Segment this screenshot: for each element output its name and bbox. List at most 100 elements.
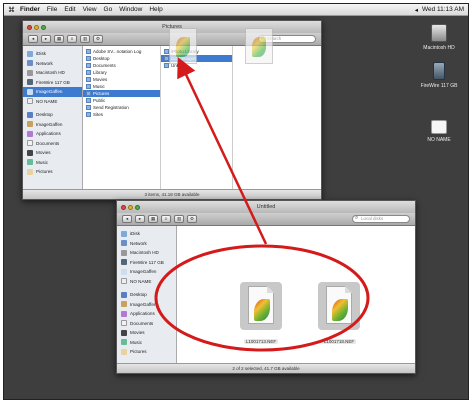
file-name: L1001718.NEF — [321, 339, 357, 344]
raw-image-thumbnail — [254, 299, 270, 321]
sidebar-item-pictures[interactable]: Pictures — [117, 347, 176, 357]
idisk-icon — [121, 230, 127, 237]
sidebar-item-documents[interactable]: Documents — [23, 139, 82, 149]
file-icon-item[interactable]: L1001713.NEF — [235, 282, 287, 348]
menu-clock[interactable]: ◂ Wed 11:13 AM — [415, 6, 464, 14]
forward-button[interactable]: ▸ — [135, 215, 145, 223]
menu-bar: ⌘ Finder File Edit View Go Window Help ◂… — [4, 4, 468, 16]
menu-finder[interactable]: Finder — [20, 6, 40, 13]
file-selection-tile — [240, 282, 282, 330]
zoom-button[interactable] — [41, 24, 46, 30]
sidebar-item-no-name[interactable]: NO NAME — [23, 97, 82, 107]
sidebar-item-network[interactable]: Network — [117, 239, 176, 249]
sidebar-item-firewire[interactable]: FireWire 117 GB — [23, 78, 82, 88]
menu-view[interactable]: View — [83, 6, 97, 13]
list-view-button[interactable]: ≡ — [161, 215, 171, 223]
menu-help[interactable]: Help — [149, 6, 162, 13]
pictures-icon — [27, 168, 33, 175]
list-view-button[interactable]: ≡ — [67, 35, 77, 43]
forward-button[interactable]: ▸ — [41, 35, 51, 43]
sidebar-item-home[interactable]: ImageGaffen — [23, 120, 82, 130]
sidebar-label: Network — [130, 240, 147, 246]
music-icon — [121, 339, 127, 346]
icon-view-button[interactable]: ▦ — [54, 35, 64, 43]
file-icon-item[interactable]: L1001718.NEF — [313, 282, 365, 348]
sidebar-item-idisk[interactable]: iDisk — [117, 229, 176, 239]
back-button[interactable]: ◂ — [28, 35, 38, 43]
desktop-icon-label: Macintosh HD — [423, 45, 455, 51]
sidebar-item-firewire[interactable]: FireWire 117 GB — [117, 258, 176, 268]
menu-file[interactable]: File — [47, 6, 57, 13]
sidebar-item-movies[interactable]: Movies — [117, 328, 176, 338]
documents-icon — [121, 320, 127, 327]
sidebar-item-pictures[interactable]: Pictures — [23, 167, 82, 177]
sidebar-item-network[interactable]: Network — [23, 59, 82, 69]
sidebar-item-applications[interactable]: Applications — [23, 129, 82, 139]
minimize-button[interactable] — [128, 204, 133, 210]
sidebar-item-desktop[interactable]: Desktop — [117, 290, 176, 300]
sidebar-item-documents[interactable]: Documents — [117, 319, 176, 329]
sidebar-item-idisk[interactable]: iDisk — [23, 49, 82, 59]
column-view-button[interactable]: ▥ — [174, 215, 184, 223]
column-item[interactable]: Adobe SV...notation Log — [83, 48, 160, 55]
sidebar-item-movies[interactable]: Movies — [23, 148, 82, 158]
sidebar-item-home[interactable]: ImageGaffen — [117, 300, 176, 310]
sidebar-item-music[interactable]: Music — [117, 338, 176, 348]
desktop-icon — [121, 291, 127, 298]
zoom-button[interactable] — [135, 204, 140, 210]
column-item[interactable]: Public — [83, 97, 160, 104]
column-item[interactable]: Music — [83, 83, 160, 90]
desktop-icon-no-name[interactable]: NO NAME — [409, 120, 468, 143]
removable-disk-icon — [121, 278, 127, 285]
column-item-label: Adobe SV...notation Log — [93, 49, 142, 54]
column-item[interactable]: Send Registration — [83, 104, 160, 111]
sidebar-item-macintosh-hd[interactable]: Macintosh HD — [117, 248, 176, 258]
icon-view-button[interactable]: ▦ — [148, 215, 158, 223]
column-item-label: Sites — [93, 112, 104, 117]
sidebar-item-music[interactable]: Music — [23, 158, 82, 168]
column-item[interactable]: Sites — [83, 111, 160, 118]
column-view-button[interactable]: ▥ — [80, 35, 90, 43]
file-selection-tile — [318, 282, 360, 330]
menu-go[interactable]: Go — [104, 6, 113, 13]
window-titlebar[interactable]: Untitled — [117, 201, 415, 213]
firewire-drive-icon — [27, 79, 33, 86]
desktop-icon-firewire[interactable]: FireWire 117 GB — [409, 62, 468, 89]
sidebar-item-imagegaffen[interactable]: ImageGaffen — [23, 87, 82, 97]
close-button[interactable] — [121, 204, 126, 210]
movies-icon — [27, 149, 33, 156]
back-button[interactable]: ◂ — [122, 215, 132, 223]
column-item-selected[interactable]: Pictures — [83, 90, 160, 97]
action-menu-button[interactable]: ⚙ — [93, 35, 103, 43]
menu-edit[interactable]: Edit — [64, 6, 75, 13]
apple-menu-icon[interactable]: ⌘ — [8, 6, 16, 14]
sidebar-item-macintosh-hd[interactable]: Macintosh HD — [23, 68, 82, 78]
sidebar-item-no-name[interactable]: NO NAME — [117, 277, 176, 287]
volume-icon[interactable]: ◂ — [415, 6, 418, 14]
column-item[interactable]: Desktop — [83, 55, 160, 62]
finder-window-pictures: Pictures ◂ ▸ ▦ ≡ ▥ ⚙ Search iDisk Networ… — [22, 20, 322, 200]
folder-icon — [86, 112, 91, 117]
sidebar-label: NO NAME — [36, 98, 58, 104]
desktop-icon-label: FireWire 117 GB — [420, 83, 458, 89]
home-icon — [121, 301, 127, 308]
menu-window[interactable]: Window — [119, 6, 142, 13]
column-item[interactable]: Movies — [83, 76, 160, 83]
search-field[interactable]: Local disks — [352, 215, 410, 223]
desktop-icon-macintosh-hd[interactable]: Macintosh HD — [409, 24, 468, 51]
column-item-label: Pictures — [93, 91, 110, 96]
minimize-button[interactable] — [34, 24, 39, 30]
desktop-screen: ⌘ Finder File Edit View Go Window Help ◂… — [3, 3, 469, 400]
sidebar-label: Movies — [36, 150, 51, 156]
action-menu-button[interactable]: ⚙ — [187, 215, 197, 223]
sidebar-item-desktop[interactable]: Desktop — [23, 110, 82, 120]
sidebar-label: FireWire 117 GB — [130, 259, 164, 265]
drive-icon — [27, 88, 33, 95]
sidebar-item-applications[interactable]: Applications — [117, 309, 176, 319]
sidebar-item-imagegaffen[interactable]: ImageGaffen — [117, 267, 176, 277]
sidebar-label: ImageGaffen — [36, 121, 63, 127]
folder-icon — [86, 63, 91, 68]
column-item[interactable]: Library — [83, 69, 160, 76]
column-item[interactable]: Documents — [83, 62, 160, 69]
close-button[interactable] — [27, 24, 32, 30]
